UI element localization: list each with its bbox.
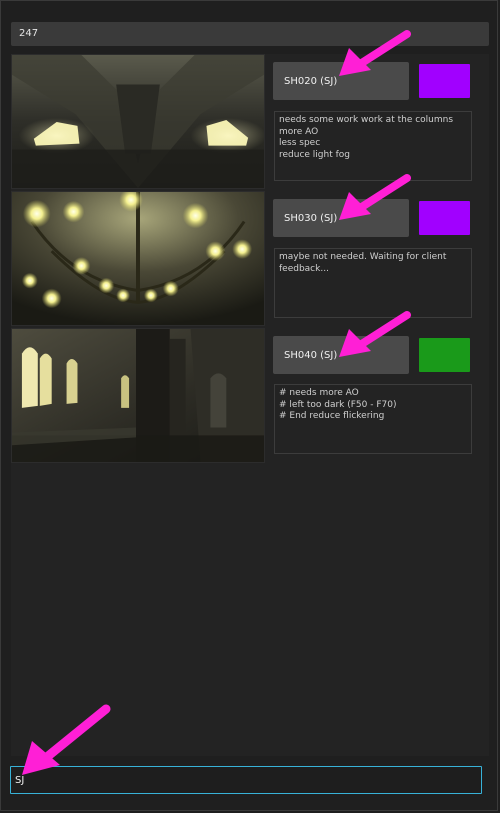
shot-row: SH040 (SJ) # needs more AO # left too dar… bbox=[11, 328, 489, 465]
cathedral-nave-image bbox=[12, 329, 264, 462]
item-count: 247 bbox=[19, 28, 39, 39]
shot-list[interactable]: SH020 (SJ) needs some work work at the c… bbox=[11, 54, 489, 756]
cathedral-ceiling-image bbox=[12, 55, 264, 188]
item-count-bar: 247 bbox=[11, 22, 489, 46]
note-line: # End reduce flickering bbox=[279, 411, 385, 421]
shot-row: SH020 (SJ) needs some work work at the c… bbox=[11, 54, 489, 191]
chandelier-image bbox=[12, 192, 264, 325]
note-line: needs some work work at the columns bbox=[279, 115, 454, 125]
color-swatch[interactable] bbox=[419, 64, 470, 98]
notes-field[interactable]: # needs more AO # left too dark (F50 - F7… bbox=[274, 384, 472, 454]
note-line: maybe not needed. Waiting for client bbox=[279, 252, 447, 262]
note-line: less spec bbox=[279, 138, 321, 148]
notes-field[interactable]: needs some work work at the columns more … bbox=[274, 111, 472, 181]
note-line: # left too dark (F50 - F70) bbox=[279, 399, 397, 410]
search-input[interactable] bbox=[10, 766, 482, 794]
color-swatch[interactable] bbox=[419, 338, 470, 372]
color-swatch[interactable] bbox=[419, 201, 470, 235]
shot-thumbnail[interactable] bbox=[11, 54, 265, 189]
note-line: more AO bbox=[279, 126, 319, 137]
shot-button[interactable]: SH040 (SJ) bbox=[273, 336, 409, 374]
note-line: feedback... bbox=[279, 263, 329, 274]
shot-thumbnail[interactable] bbox=[11, 191, 265, 326]
shot-button[interactable]: SH020 (SJ) bbox=[273, 62, 409, 100]
shot-button[interactable]: SH030 (SJ) bbox=[273, 199, 409, 237]
notes-field[interactable]: maybe not needed. Waiting for client feed… bbox=[274, 248, 472, 318]
shot-row: SH030 (SJ) maybe not needed. Waiting for… bbox=[11, 191, 489, 328]
note-line: reduce light fog bbox=[279, 149, 350, 160]
shot-thumbnail[interactable] bbox=[11, 328, 265, 463]
note-line: # needs more AO bbox=[279, 388, 359, 398]
